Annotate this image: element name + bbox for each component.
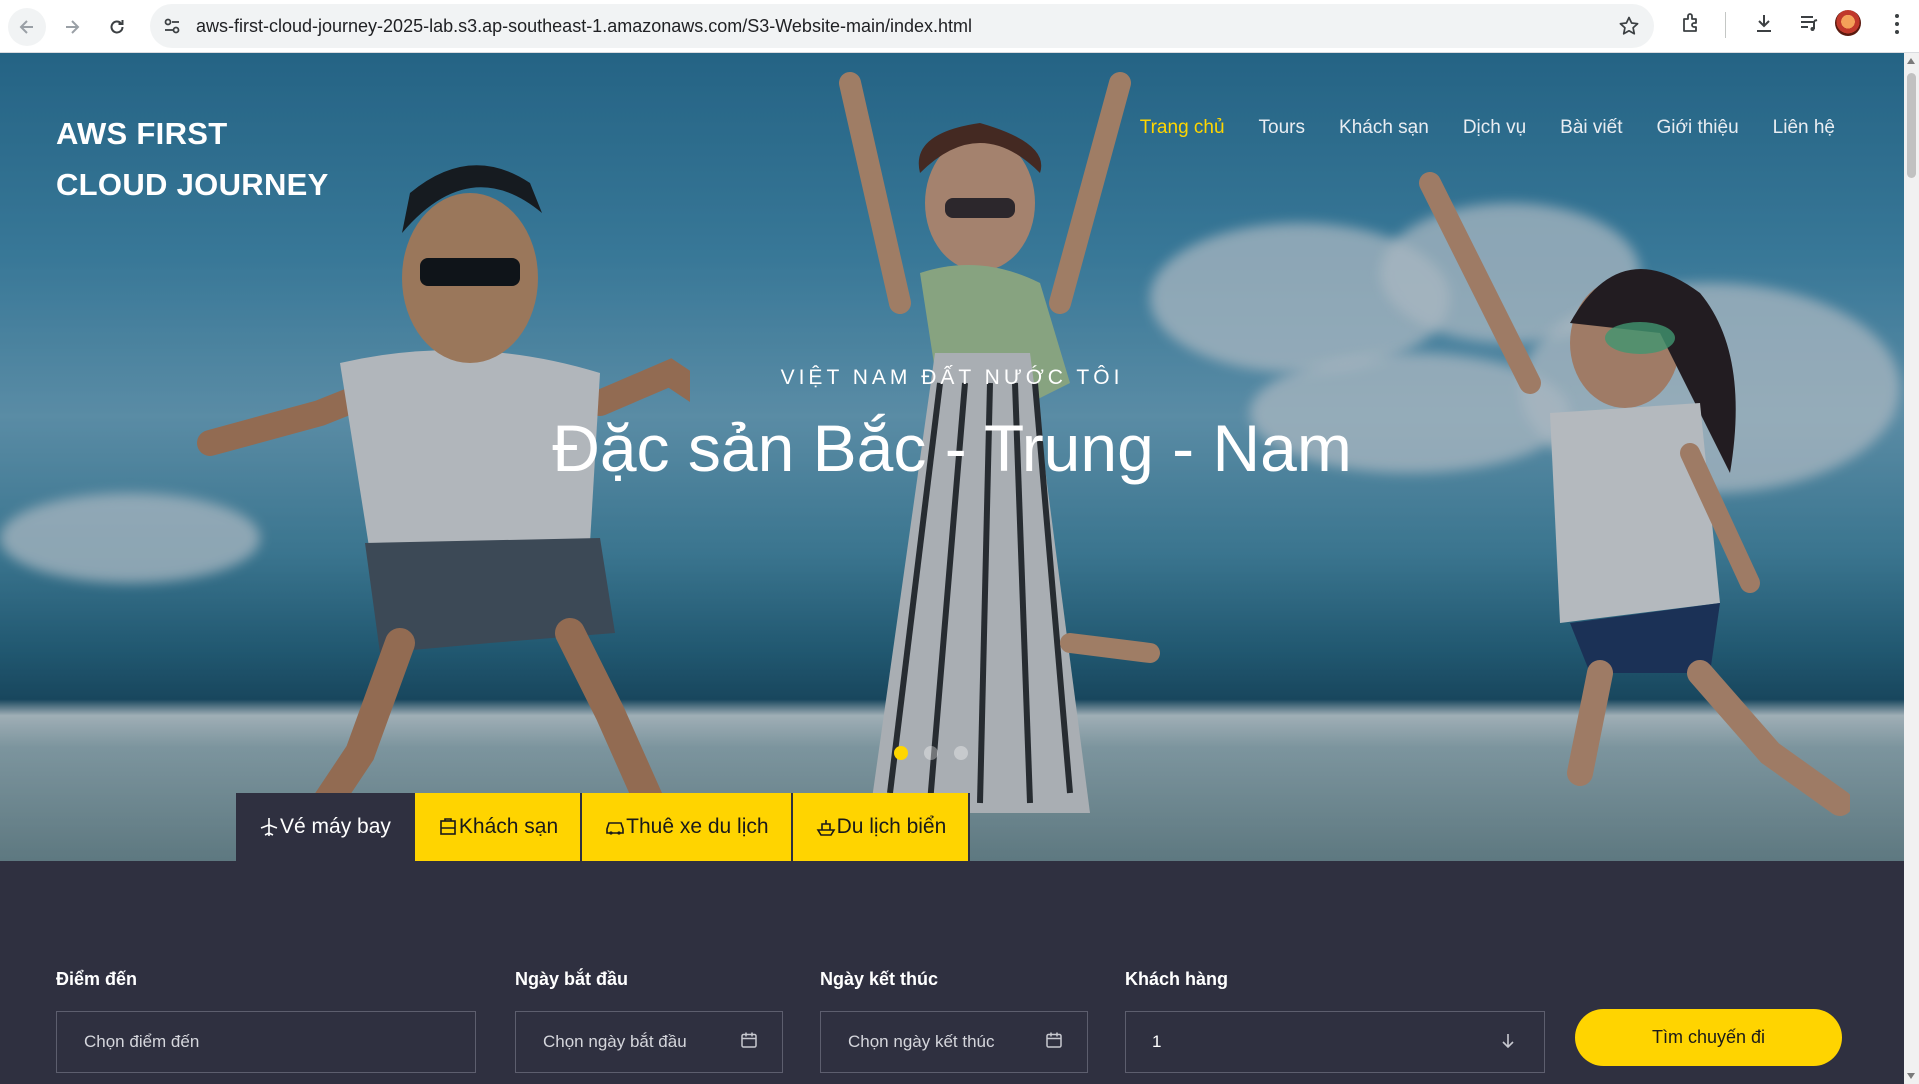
arrow-down-icon (1502, 1034, 1514, 1049)
url-text[interactable]: aws-first-cloud-journey-2025-lab.s3.ap-s… (196, 16, 972, 37)
destination-placeholder: Chọn điểm đến (84, 1032, 200, 1051)
hero-eyebrow: VIỆT NAM ĐẤT NƯỚC TÔI (780, 366, 1124, 389)
address-bar[interactable]: aws-first-cloud-journey-2025-lab.s3.ap-s… (150, 4, 1654, 48)
search-panel: Điểm đến Chọn điểm đến Ngày bắt đầu Chọn… (0, 861, 1904, 1084)
brand-line-2: CLOUD JOURNEY (56, 167, 329, 202)
back-arrow-icon[interactable] (8, 8, 46, 46)
tab-sea-travel-label: Du lịch biển (836, 815, 947, 838)
nav-about[interactable]: Giới thiệu (1656, 117, 1738, 139)
nav-services[interactable]: Dịch vụ (1463, 117, 1526, 139)
start-date-input[interactable]: Chọn ngày bắt đầu (515, 1011, 783, 1073)
page-viewport: AWS FIRST CLOUD JOURNEY Trang chủ Tours … (0, 53, 1904, 1084)
forward-arrow-icon[interactable] (53, 8, 91, 46)
end-date-placeholder: Chọn ngày kết thúc (848, 1032, 995, 1051)
nav-blog[interactable]: Bài viết (1560, 117, 1622, 139)
site-settings-icon[interactable] (162, 16, 182, 36)
browser-toolbar: aws-first-cloud-journey-2025-lab.s3.ap-s… (0, 0, 1919, 53)
nav-tours[interactable]: Tours (1259, 117, 1305, 139)
carousel-dot-3[interactable] (954, 746, 968, 760)
start-date-placeholder: Chọn ngày bắt đầu (543, 1032, 687, 1051)
reload-icon[interactable] (98, 8, 136, 46)
scroll-thumb[interactable] (1907, 73, 1916, 178)
destination-input[interactable]: Chọn điểm đến (56, 1011, 476, 1073)
carousel-dot-1[interactable] (894, 746, 908, 760)
airplane-icon (260, 818, 278, 836)
hero-banner: AWS FIRST CLOUD JOURNEY Trang chủ Tours … (0, 53, 1904, 861)
guests-select[interactable]: 1 (1125, 1011, 1545, 1073)
main-nav: Trang chủ Tours Khách sạn Dịch vụ Bài vi… (1140, 117, 1835, 139)
extensions-icon[interactable] (1679, 11, 1703, 35)
ship-icon (816, 820, 835, 836)
brand-line-1: AWS FIRST (56, 116, 228, 151)
booking-tabs: Vé máy bay Khách sạn Thuê xe du lịch Du … (236, 793, 971, 861)
site-logo[interactable]: AWS FIRST CLOUD JOURNEY (56, 108, 329, 210)
end-date-input[interactable]: Chọn ngày kết thúc (820, 1011, 1088, 1073)
guests-label: Khách hàng (1125, 969, 1229, 989)
tab-flights[interactable]: Vé máy bay (236, 793, 415, 861)
start-date-label: Ngày bắt đầu (515, 969, 629, 989)
kebab-menu-icon[interactable] (1893, 12, 1901, 36)
calendar-icon[interactable] (1045, 1031, 1063, 1049)
search-trip-button[interactable]: Tìm chuyến đi (1575, 1009, 1842, 1066)
tab-car-rental-label: Thuê xe du lịch (626, 815, 769, 838)
tab-car-rental[interactable]: Thuê xe du lịch (582, 793, 793, 861)
download-icon[interactable] (1752, 11, 1776, 35)
scroll-up-icon[interactable] (1907, 58, 1915, 64)
end-date-label: Ngày kết thúc (820, 969, 939, 989)
nav-contact[interactable]: Liên hệ (1773, 117, 1835, 139)
profile-avatar[interactable] (1835, 10, 1861, 36)
media-control-icon[interactable] (1797, 11, 1821, 35)
nav-home[interactable]: Trang chủ (1140, 117, 1225, 139)
car-icon (606, 822, 624, 835)
guests-value: 1 (1152, 1032, 1162, 1051)
page-scrollbar[interactable] (1904, 53, 1919, 1084)
bookmark-star-icon[interactable] (1618, 15, 1640, 37)
calendar-icon[interactable] (740, 1031, 758, 1049)
destination-label: Điểm đến (56, 969, 138, 989)
toolbar-divider (1725, 12, 1726, 38)
carousel-dots (894, 746, 968, 760)
tab-flights-label: Vé máy bay (280, 815, 391, 838)
hero-headline: Đặc sản Bắc - Trung - Nam (552, 411, 1352, 485)
tab-sea-travel[interactable]: Du lịch biển (792, 793, 971, 861)
hotel-icon (440, 818, 456, 835)
tab-hotels-label: Khách sạn (458, 815, 559, 838)
tab-hotels[interactable]: Khách sạn (414, 793, 583, 861)
nav-hotels[interactable]: Khách sạn (1339, 117, 1429, 139)
scroll-down-icon[interactable] (1907, 1073, 1915, 1079)
carousel-dot-2[interactable] (924, 746, 938, 760)
